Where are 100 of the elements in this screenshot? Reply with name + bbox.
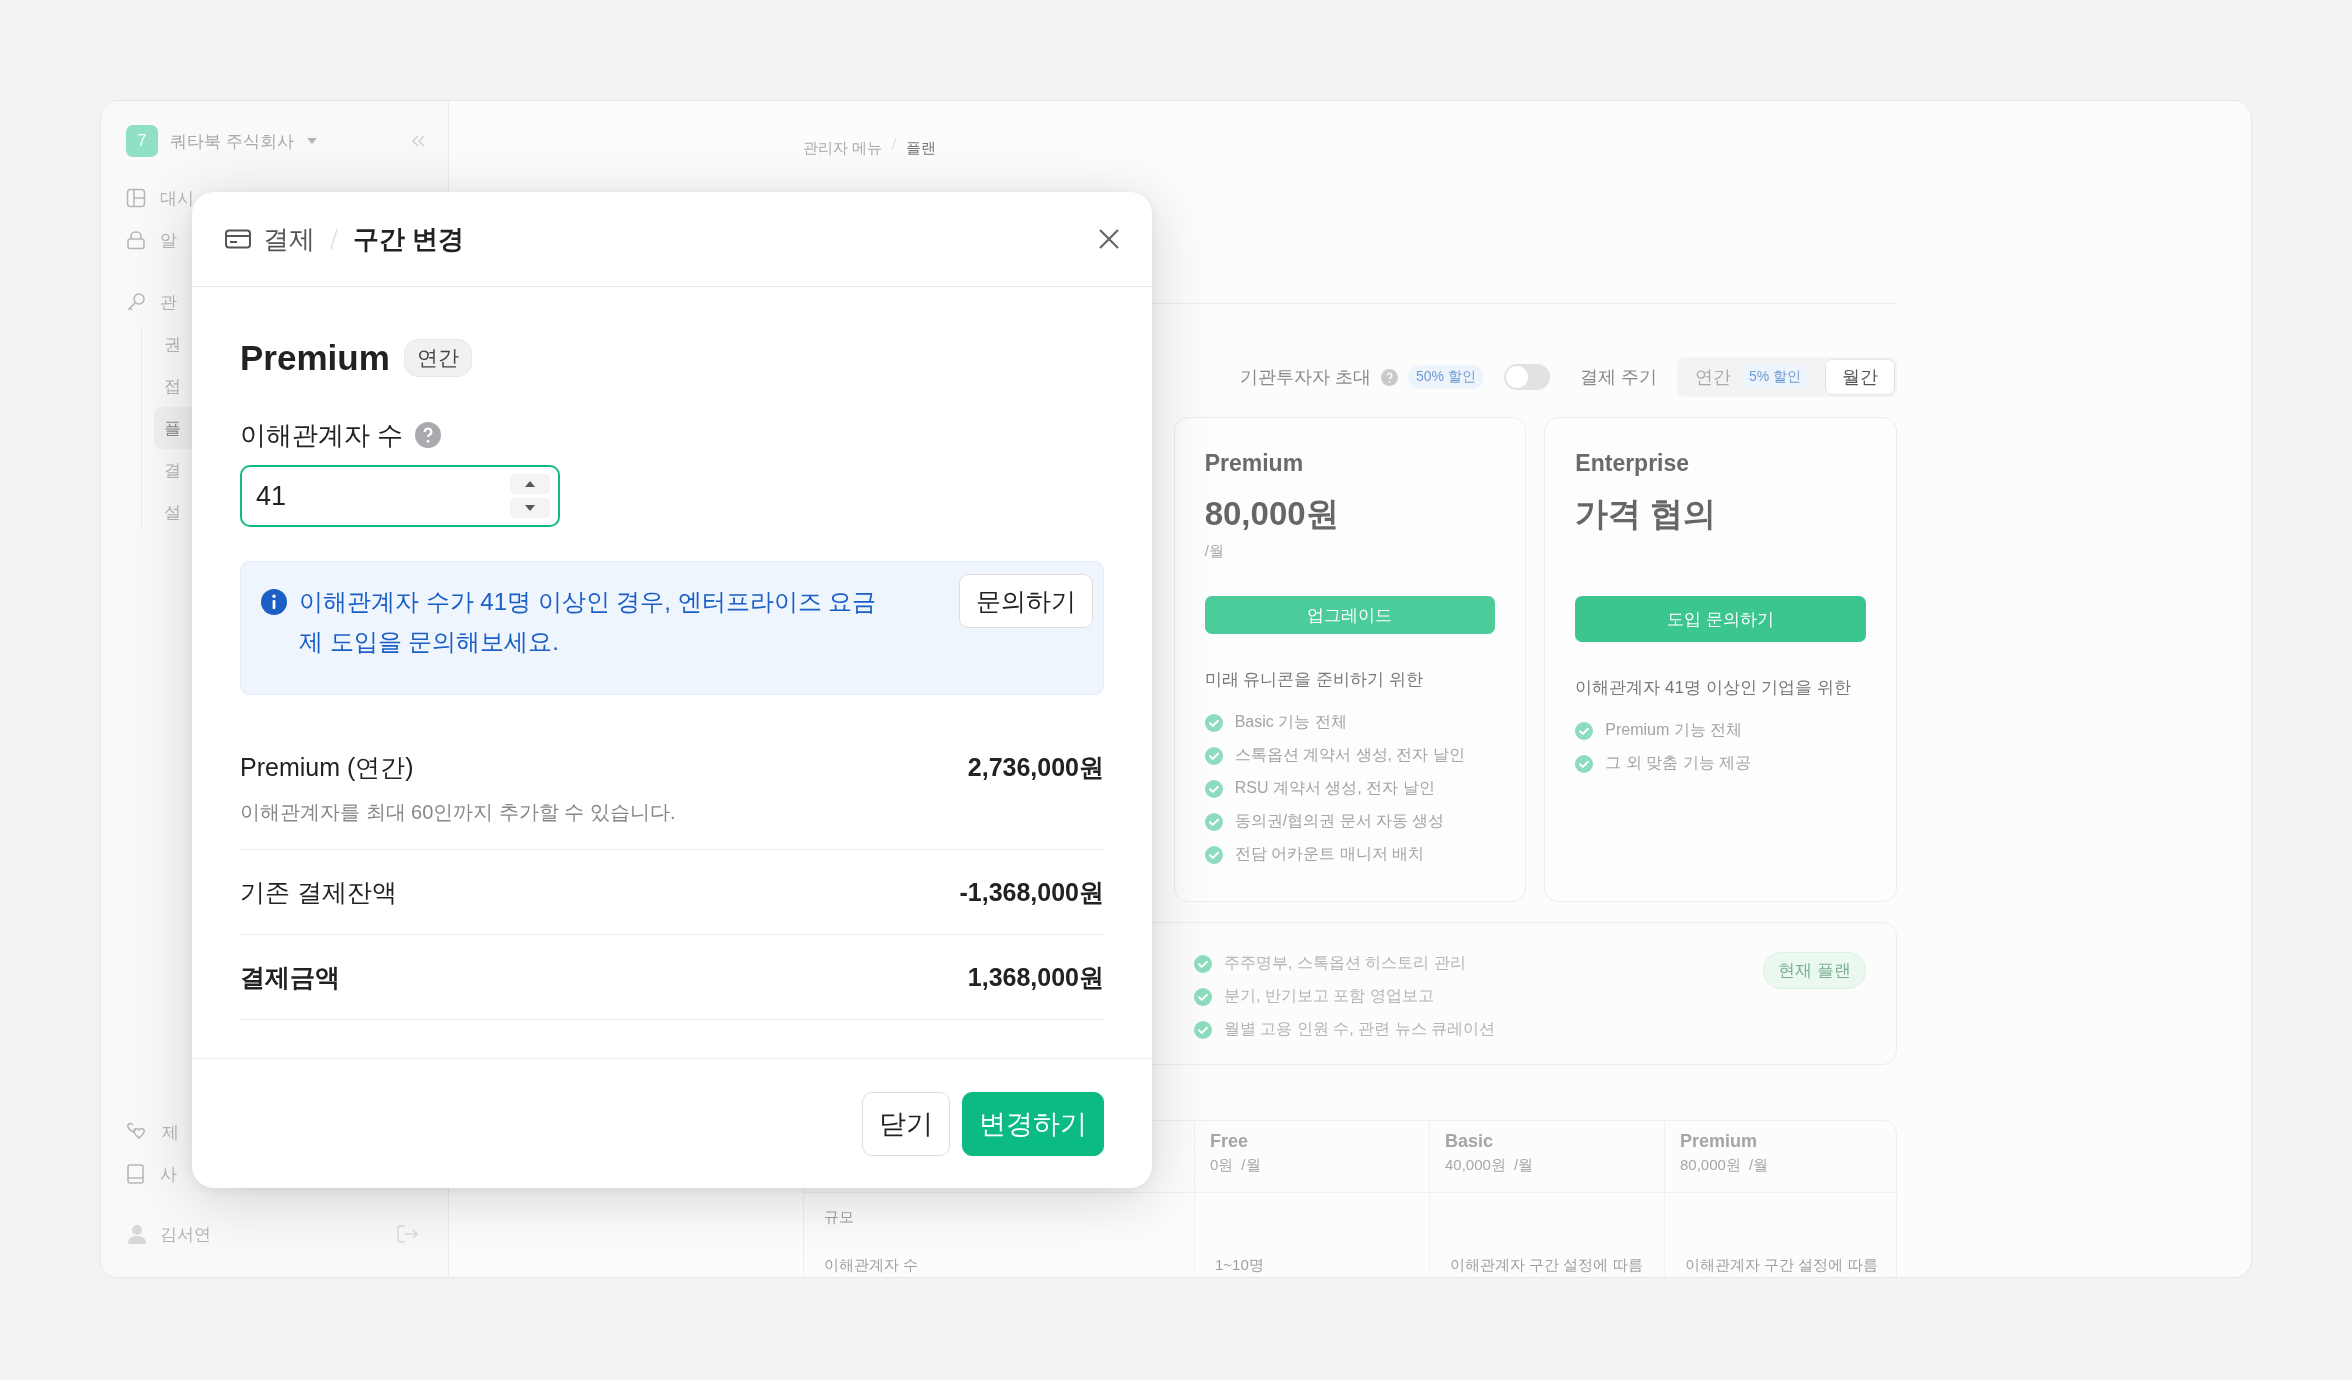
plan-price: 80,000원	[1204, 494, 1340, 534]
plan-name: Premium	[1204, 449, 1305, 478]
field-label: 이해관계자 수	[240, 419, 404, 452]
user-name: 김서연	[160, 1223, 211, 1246]
table-cell: 이해관계자 구간 설정에 따름	[1664, 1241, 1898, 1277]
column-price: 0원	[1210, 1156, 1234, 1175]
close-button[interactable]: 닫기	[862, 1092, 950, 1156]
discount-badge: 50% 할인	[1407, 365, 1484, 389]
inquiry-button[interactable]: 문의하기	[959, 574, 1093, 628]
column-price: 80,000원	[1680, 1156, 1741, 1175]
line-label: Premium (연간)	[240, 752, 414, 783]
key-icon	[126, 292, 146, 312]
check-icon	[1194, 1020, 1212, 1039]
table-cell: 이해관계자 구간 설정에 따름	[1429, 1241, 1664, 1277]
plan-name: Premium	[240, 337, 390, 378]
column-header: Basic	[1445, 1131, 1495, 1152]
nav-item[interactable]: 접	[164, 374, 181, 398]
segment-option[interactable]: 연간 5% 할인	[1678, 359, 1825, 395]
nav-item[interactable]: 제	[162, 1120, 179, 1144]
discount-badge: 5% 할인	[1740, 365, 1809, 389]
separator-icon	[327, 226, 341, 252]
collapse-icon[interactable]	[410, 134, 426, 148]
price-period: /월	[1748, 1156, 1769, 1175]
caret-down-icon	[525, 505, 535, 511]
price-period: /월	[1513, 1156, 1534, 1175]
check-icon	[1204, 812, 1223, 831]
plan-subtitle: 이해관계자 41명 이상인 기업을 위한	[1575, 677, 1853, 699]
check-icon	[1204, 779, 1223, 798]
nav-item[interactable]: 플	[164, 416, 181, 440]
row-label: 이해관계자 수	[823, 1254, 920, 1275]
line-label: 기존 결제잔액	[240, 877, 397, 908]
decrement-button[interactable]	[510, 498, 550, 518]
filter-label: 기관투자자 초대	[1239, 366, 1371, 389]
check-icon	[1204, 845, 1223, 864]
check-icon	[1204, 713, 1223, 732]
segment-option[interactable]: 월간	[1825, 359, 1895, 395]
number-field[interactable]: 41	[240, 465, 560, 527]
column-header: Free	[1210, 1131, 1250, 1152]
dialog-title: 구간 변경	[353, 222, 465, 256]
caret-down-icon[interactable]	[305, 137, 318, 145]
toggle-switch[interactable]	[1503, 364, 1550, 390]
lock-icon	[126, 230, 146, 250]
check-icon	[1194, 954, 1212, 973]
layout-icon	[126, 188, 146, 208]
feature-text: 동의권/협의권 문서 자동 생성	[1234, 811, 1445, 831]
plan-price: 가격 협의	[1575, 494, 1718, 534]
close-icon[interactable]	[1098, 228, 1120, 250]
price-period: /월	[1241, 1156, 1261, 1175]
company-logo: 7	[126, 125, 158, 157]
feature-text: 전담 어카운트 매니저 배치	[1234, 844, 1424, 864]
feature-text: Premium 기능 전체	[1605, 720, 1743, 740]
line-amount: -1,368,000원	[959, 877, 1104, 908]
line-amount: 1,368,000원	[967, 962, 1104, 993]
current-plan-badge: 현재 플랜	[1763, 952, 1866, 989]
nav-item[interactable]: 대시	[160, 186, 194, 210]
book-icon	[126, 1163, 146, 1185]
plan-button[interactable]: 도입 문의하기	[1575, 596, 1866, 642]
line-amount: 2,736,000원	[967, 752, 1104, 783]
help-icon	[415, 422, 442, 448]
nav-section[interactable]: 관	[160, 290, 177, 314]
nav-item[interactable]: 알	[160, 228, 177, 252]
separator-icon	[890, 136, 899, 152]
feature-text: RSU 계약서 생성, 전자 날인	[1234, 778, 1435, 798]
nav-item[interactable]: 권	[164, 332, 181, 356]
section-label: 규모	[823, 1206, 855, 1227]
help-icon	[1380, 368, 1398, 386]
plan-subtitle: 미래 유니콘을 준비하기 위한	[1204, 669, 1424, 691]
check-icon	[1575, 754, 1594, 773]
table-cell: 1~10명	[1194, 1241, 1429, 1277]
card-icon	[225, 229, 251, 249]
price-period: /월	[1204, 541, 1225, 561]
breadcrumb-item[interactable]: 관리자 메뉴	[803, 136, 883, 160]
line-label: 결제금액	[240, 962, 340, 993]
breadcrumb-item[interactable]: 결제	[263, 221, 315, 257]
segment-label[interactable]: 연간	[1694, 365, 1731, 389]
billing-badge: 연간	[403, 338, 472, 377]
plan-name: Enterprise	[1575, 449, 1691, 478]
company-name[interactable]: 쿼타북 주식회사	[170, 129, 294, 153]
feature-text: 그 외 맞춤 기능 제공	[1605, 753, 1752, 773]
feature-text: 월별 고용 인원 수, 관련 뉴스 큐레이션	[1224, 1019, 1496, 1039]
feature-text: 분기, 반기보고 포함 영업보고	[1224, 986, 1434, 1006]
person-icon	[128, 1224, 146, 1244]
plan-button[interactable]: 업그레이드	[1204, 596, 1496, 634]
increment-button[interactable]	[510, 474, 550, 494]
caret-up-icon	[525, 481, 535, 487]
breadcrumb-item: 플랜	[906, 138, 937, 158]
check-icon	[1194, 987, 1212, 1006]
logout-icon[interactable]	[396, 1224, 418, 1244]
column-header: Premium	[1680, 1131, 1759, 1152]
confirm-button[interactable]: 변경하기	[962, 1092, 1104, 1156]
nav-item[interactable]: 설	[164, 500, 181, 524]
check-icon	[1575, 721, 1594, 740]
notice-text: 이해관계자 수가 41명 이상인 경우, 엔터프라이즈 요금제 도입을 문의해보세요.	[299, 587, 878, 657]
feature-text: 주주명부, 스톡옵션 히스토리 관리	[1224, 953, 1466, 973]
feature-text: Basic 기능 전체	[1234, 712, 1347, 732]
nav-item[interactable]: 결	[164, 458, 181, 482]
nav-item[interactable]: 사	[160, 1162, 177, 1186]
filter-label: 결제 주기	[1579, 366, 1657, 389]
line-note: 이해관계자를 최대 60인까지 추가할 수 있습니다.	[240, 800, 677, 825]
feature-text: 스톡옵션 계약서 생성, 전자 날인	[1234, 745, 1465, 765]
